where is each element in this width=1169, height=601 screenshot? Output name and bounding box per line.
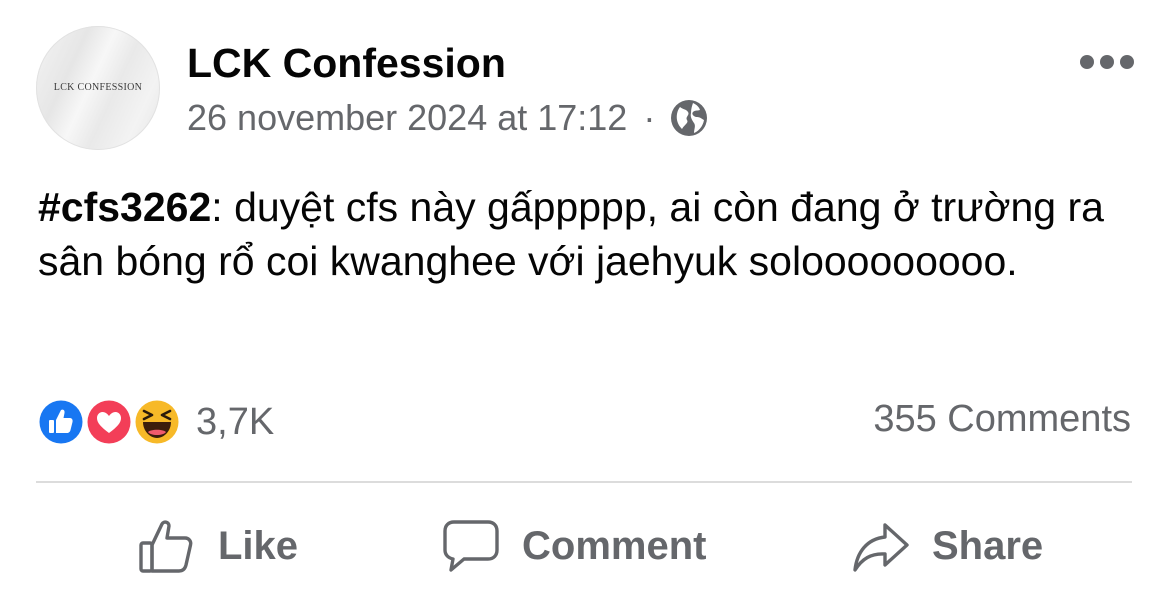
more-dot [1100, 55, 1114, 69]
comments-count-link[interactable]: 355 Comments [873, 398, 1131, 441]
meta-separator: · [643, 97, 656, 138]
more-dot [1120, 55, 1134, 69]
post-meta: 26 november 2024 at 17:12 · [187, 96, 709, 140]
reaction-count: 3,7K [196, 400, 275, 443]
share-button[interactable]: Share [850, 506, 1043, 586]
share-label: Share [932, 523, 1044, 568]
facebook-post: LCK CONFESSION LCK Confession 26 novembe… [0, 0, 1169, 601]
more-options-button[interactable] [1080, 50, 1134, 74]
comment-bubble-icon [443, 520, 499, 572]
page-avatar[interactable]: LCK CONFESSION [36, 26, 160, 150]
like-button[interactable]: Like [136, 506, 298, 586]
haha-reaction-icon [132, 397, 182, 447]
like-reaction-icon [36, 397, 86, 447]
reactions-summary[interactable]: 3,7K [36, 396, 274, 448]
post-timestamp[interactable]: 26 november 2024 at 17:12 [187, 97, 627, 139]
love-reaction-icon [84, 397, 134, 447]
comment-button[interactable]: Comment [440, 506, 706, 586]
globe-icon [669, 98, 709, 138]
page-name-link[interactable]: LCK Confession [187, 40, 506, 87]
hashtag-link[interactable]: #cfs3262 [38, 184, 211, 230]
comment-label: Comment [522, 523, 707, 568]
thumbs-up-icon [139, 520, 193, 573]
action-divider [36, 481, 1132, 483]
like-label: Like [218, 523, 299, 568]
share-arrow-icon [853, 523, 909, 572]
post-body: #cfs3262: duyệt cfs này gấppppp, ai còn … [38, 180, 1138, 288]
more-dot [1080, 55, 1094, 69]
avatar-logo-text: LCK CONFESSION [53, 82, 143, 93]
